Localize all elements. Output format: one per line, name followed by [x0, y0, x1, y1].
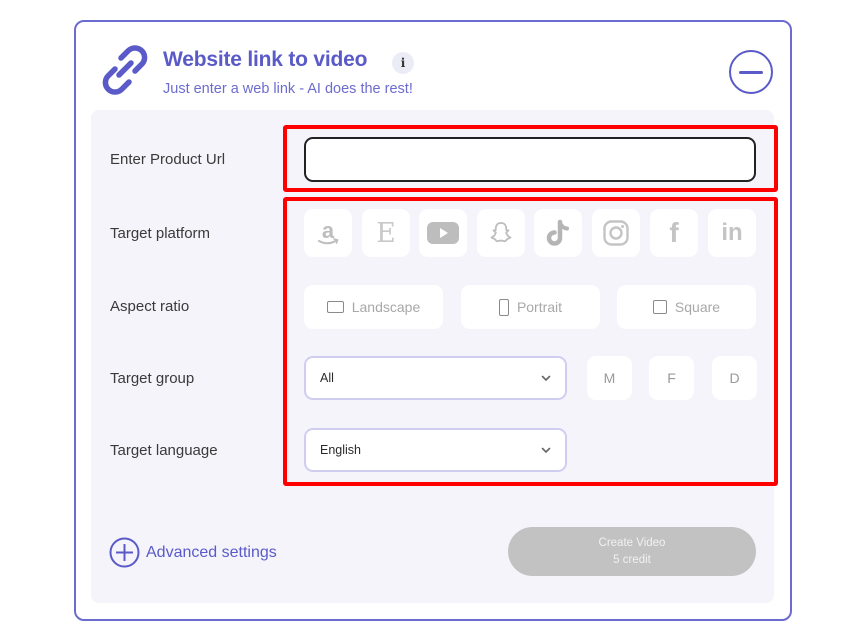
platform-tiktok-button[interactable]	[534, 209, 582, 257]
instagram-icon	[603, 220, 629, 246]
create-video-label: Create Video	[598, 536, 666, 549]
credit-cost-label: 5 credit	[613, 553, 651, 566]
platform-snapchat-button[interactable]	[477, 209, 525, 257]
card-title: Website link to video	[163, 48, 368, 71]
aspect-portrait-label: Portrait	[516, 299, 563, 315]
target-language-select[interactable]: English	[304, 428, 567, 472]
target-language-value: English	[320, 443, 361, 457]
youtube-icon	[427, 222, 459, 244]
aspect-landscape-button[interactable]: Landscape	[304, 285, 443, 329]
gender-female-button[interactable]: F	[649, 356, 694, 400]
link-icon	[102, 45, 148, 95]
etsy-icon: E	[376, 217, 396, 249]
create-video-button[interactable]: Create Video 5 credit	[508, 527, 756, 576]
svg-text:a: a	[322, 219, 335, 243]
aspect-square-label: Square	[674, 299, 721, 315]
info-icon[interactable]: i	[392, 52, 414, 74]
target-language-label: Target language	[110, 442, 218, 459]
gender-diverse-button[interactable]: D	[712, 356, 757, 400]
tiktok-icon	[546, 219, 569, 246]
platform-linkedin-button[interactable]: in	[708, 209, 756, 257]
product-url-label: Enter Product Url	[110, 151, 226, 168]
target-platform-label: Target platform	[110, 225, 211, 242]
advanced-settings-label: Advanced settings	[146, 543, 277, 561]
platform-instagram-button[interactable]	[592, 209, 640, 257]
aspect-portrait-button[interactable]: Portrait	[461, 285, 600, 329]
collapse-button[interactable]	[729, 50, 773, 94]
advanced-settings-toggle[interactable]: Advanced settings	[109, 537, 277, 568]
snapchat-icon	[490, 222, 512, 243]
linkedin-icon: in	[721, 219, 743, 246]
square-icon	[652, 300, 667, 314]
landscape-icon	[326, 301, 344, 313]
gender-male-button[interactable]: M	[587, 356, 632, 400]
chevron-down-icon	[541, 447, 551, 454]
chevron-down-icon	[541, 375, 551, 382]
platform-youtube-button[interactable]	[419, 209, 467, 257]
plus-circle-icon	[109, 537, 140, 568]
target-group-value: All	[320, 371, 334, 385]
platform-amazon-button[interactable]: a	[304, 209, 352, 257]
target-group-select[interactable]: All	[304, 356, 567, 400]
aspect-square-button[interactable]: Square	[617, 285, 756, 329]
product-url-input[interactable]	[304, 137, 756, 182]
platform-facebook-button[interactable]: f	[650, 209, 698, 257]
facebook-icon: f	[669, 217, 679, 248]
aspect-ratio-label: Aspect ratio	[110, 298, 190, 315]
aspect-landscape-label: Landscape	[351, 299, 421, 315]
target-group-label: Target group	[110, 370, 195, 387]
platform-etsy-button[interactable]: E	[362, 209, 410, 257]
card-subtitle: Just enter a web link - AI does the rest…	[163, 81, 413, 97]
portrait-icon	[498, 298, 509, 316]
amazon-icon: a	[318, 219, 339, 245]
